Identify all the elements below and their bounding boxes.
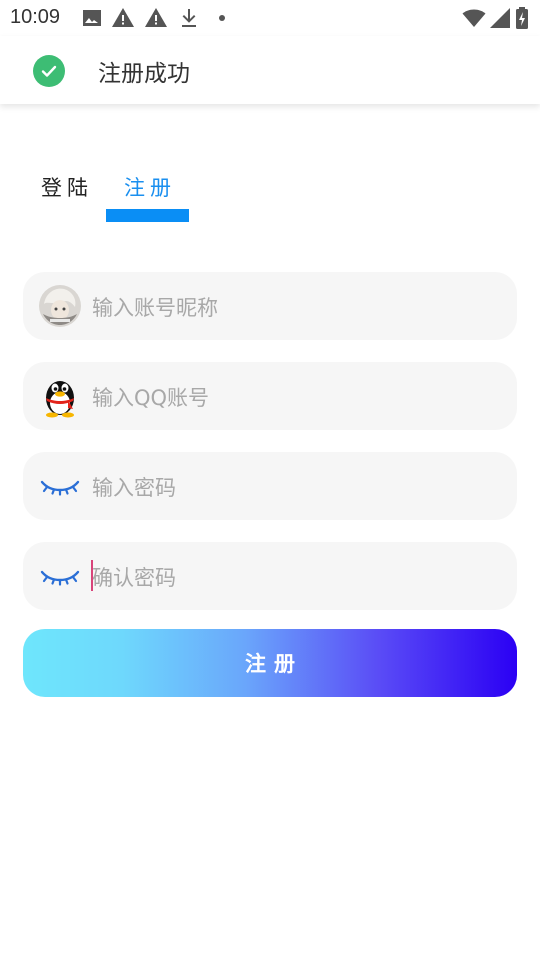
password-placeholder: 输入密码: [92, 476, 176, 500]
register-button-label: 注册: [245, 652, 303, 676]
tab-login[interactable]: 登陆: [41, 172, 93, 202]
warning-icon: [112, 8, 134, 27]
status-time: 10:09: [10, 6, 61, 28]
eye-closed-icon[interactable]: [38, 554, 82, 598]
battery-charging-icon: [516, 7, 528, 29]
eye-closed-icon[interactable]: [38, 464, 82, 508]
status-bar: 10:09: [0, 0, 540, 36]
password-input[interactable]: 输入密码: [23, 452, 517, 520]
nickname-placeholder: 输入账号昵称: [92, 296, 218, 320]
confirm-password-input[interactable]: 确认密码: [23, 542, 517, 610]
nickname-input[interactable]: 输入账号昵称: [23, 272, 517, 340]
success-toast: 注册成功: [0, 36, 540, 104]
confirm-password-placeholder: 确认密码: [92, 566, 176, 590]
register-button[interactable]: 注册: [23, 629, 517, 697]
qq-account-input[interactable]: 输入QQ账号: [23, 362, 517, 430]
signal-icon: [490, 8, 510, 28]
dot-icon: [219, 15, 225, 21]
qq-penguin-icon: [46, 381, 74, 418]
download-icon: [182, 9, 196, 27]
wifi-icon: [462, 9, 486, 27]
warning-icon: [145, 8, 167, 27]
qq-placeholder: 输入QQ账号: [92, 386, 210, 410]
tab-register[interactable]: 注册: [124, 172, 176, 202]
avatar-icon: [39, 285, 81, 327]
check-circle-icon: [33, 55, 65, 87]
toast-message: 注册成功: [98, 61, 190, 87]
image-icon: [83, 10, 101, 26]
active-tab-indicator: [106, 209, 189, 222]
